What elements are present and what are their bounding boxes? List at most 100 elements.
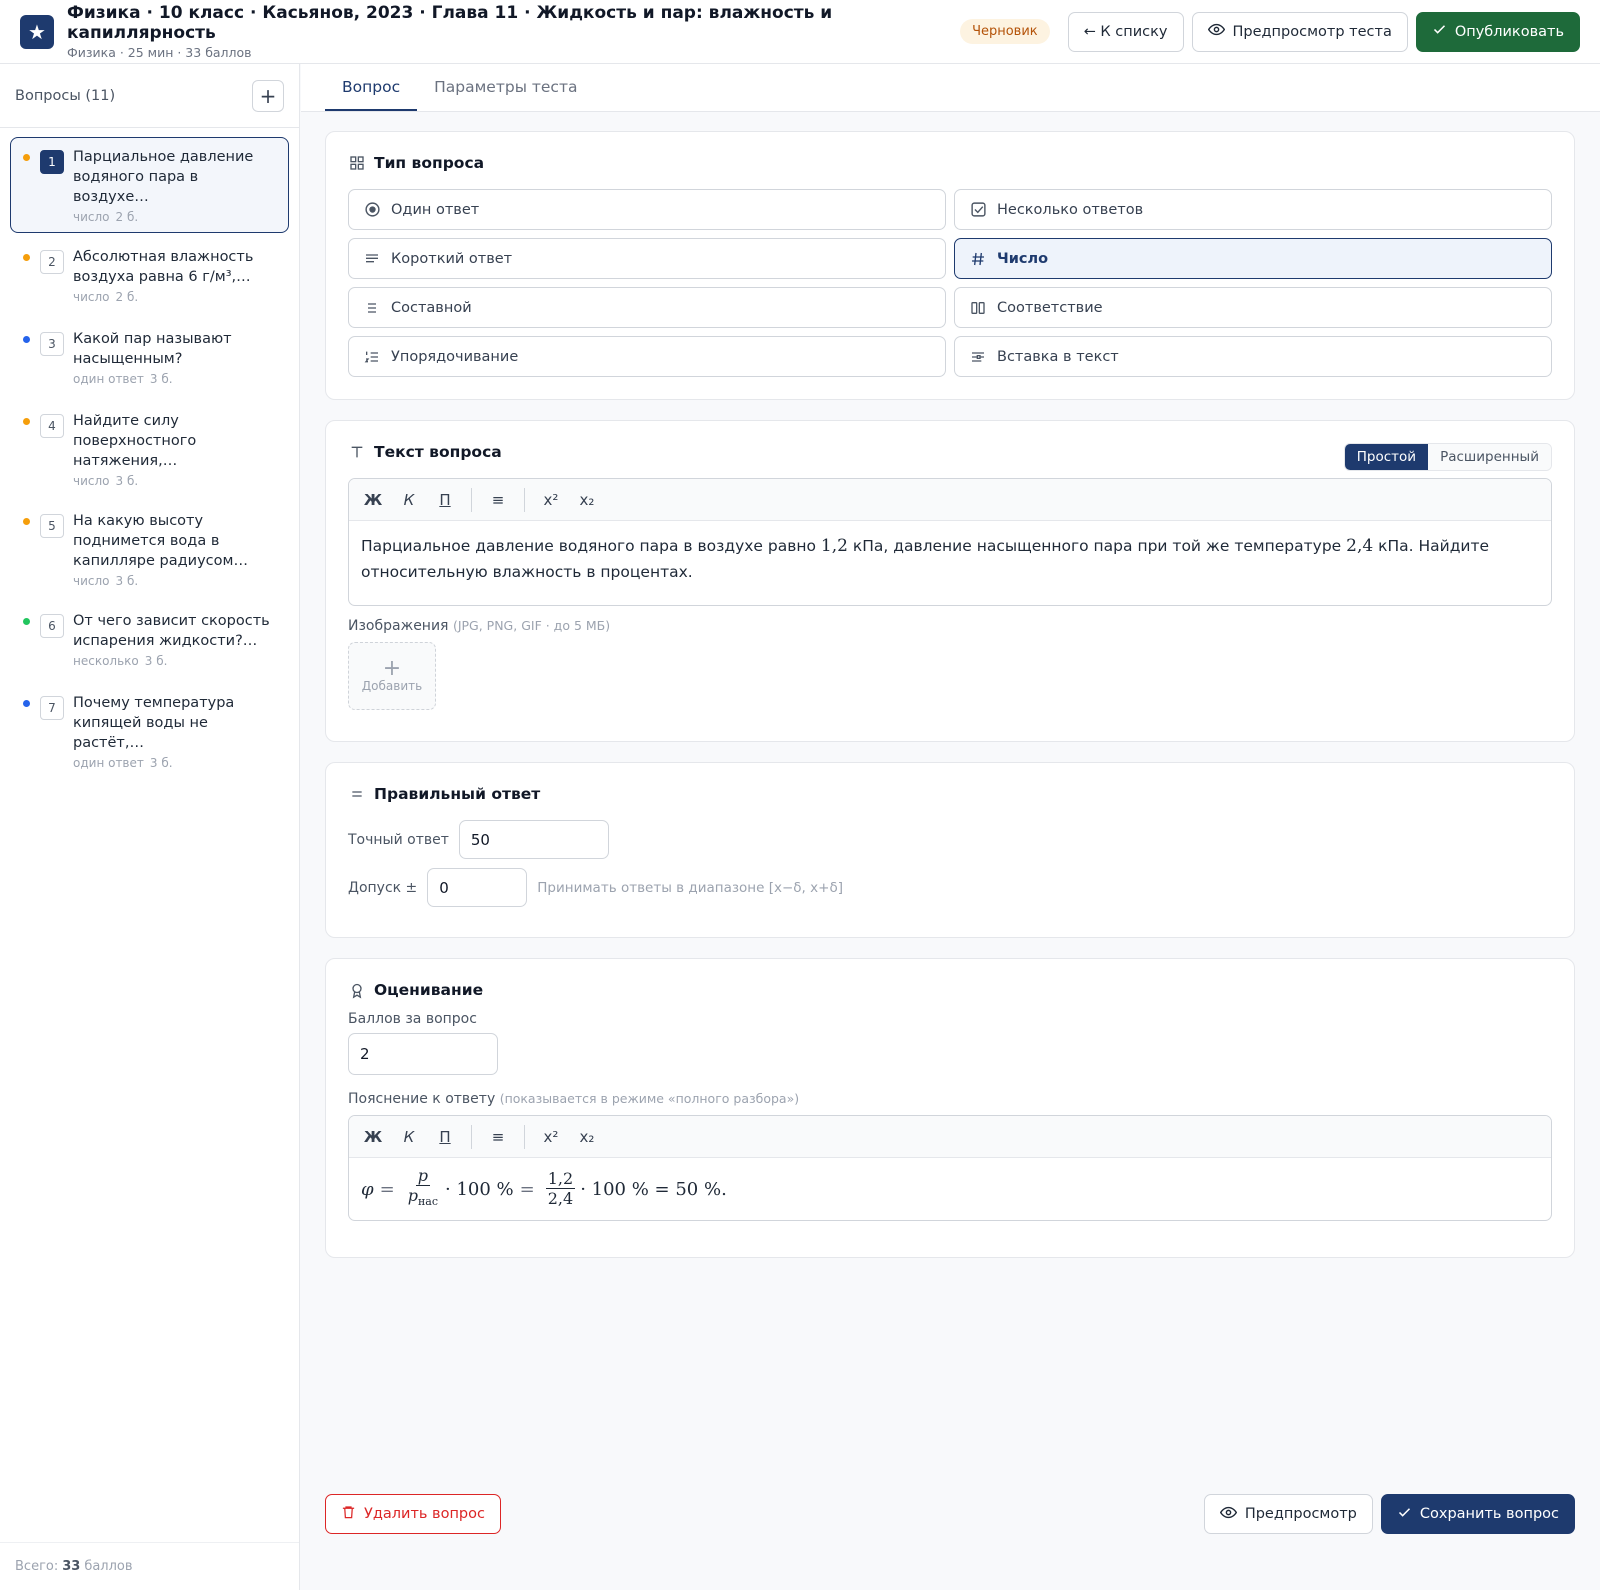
exact-answer-input[interactable]: 50 <box>458 820 609 859</box>
mode-advanced-button[interactable]: Расширенный <box>1428 444 1551 470</box>
question-type-title: Тип вопроса <box>374 154 485 172</box>
value-1: 1,2 <box>820 536 848 556</box>
question-points: 3 б. <box>149 756 173 770</box>
total-suffix: баллов <box>84 1559 133 1574</box>
value-2: 2,4 <box>1346 536 1374 556</box>
type-ordering-label: Упорядочивание <box>391 348 519 365</box>
type-short-answer-label: Короткий ответ <box>391 250 513 267</box>
question-number: 1 <box>40 150 64 174</box>
points-label: Баллов за вопрос <box>348 1011 477 1027</box>
bold-button[interactable]: Ж <box>357 486 389 514</box>
superscript-button[interactable]: x² <box>535 1123 567 1151</box>
total-prefix: Всего: <box>15 1559 59 1574</box>
preview-question-button[interactable]: Предпросмотр <box>1203 1494 1373 1534</box>
delete-question-label: Удалить вопрос <box>364 1506 485 1522</box>
images-label: Изображения <box>348 618 449 634</box>
type-multiple-answers[interactable]: Несколько ответов <box>954 189 1552 230</box>
question-points: 3 б. <box>144 654 168 668</box>
list-button[interactable]: ≡ <box>482 486 514 514</box>
add-question-button[interactable]: + <box>252 79 284 112</box>
fraction-denominator-value: 2,4 <box>547 1189 574 1208</box>
formula-equals-2: = <box>519 1178 535 1200</box>
subscript-button[interactable]: x₂ <box>571 486 603 514</box>
question-meta: один ответ 3 б. <box>73 756 278 770</box>
question-list-item[interactable]: 7 Почему температура кипящей воды не раст… <box>10 683 289 779</box>
grid-icon <box>348 154 366 172</box>
underline-button[interactable]: П <box>429 1123 461 1151</box>
type-compound[interactable]: Составной <box>348 287 946 328</box>
question-list-item[interactable]: 2 Абсолютная влажность воздуха равна 6 г/… <box>10 237 289 315</box>
add-image-button[interactable]: + Добавить <box>348 642 436 710</box>
question-preview-text: Почему температура кипящей воды не растё… <box>73 695 235 751</box>
bold-button[interactable]: Ж <box>357 1123 389 1151</box>
question-preview-text: Абсолютная влажность воздуха равна 6 г/м… <box>73 249 254 285</box>
mode-simple-button[interactable]: Простой <box>1344 444 1429 470</box>
question-type-card: Тип вопроса Один ответ Несколько ответов… <box>325 131 1575 400</box>
insert-text-icon <box>969 348 987 366</box>
formula-phi: φ <box>361 1178 374 1200</box>
preview-test-button[interactable]: Предпросмотр теста <box>1191 11 1408 52</box>
main-panel: Вопрос Параметры теста Тип вопроса Один … <box>301 64 1600 1590</box>
grading-card: Оценивание Баллов за вопрос 2 Пояснение … <box>325 958 1575 1258</box>
superscript-button[interactable]: x² <box>535 486 567 514</box>
question-preview-text: Какой пар называют насыщенным? <box>73 331 232 367</box>
question-meta: несколько 3 б. <box>73 654 278 668</box>
question-list-item[interactable]: 1 Парциальное давление водяного пара в во… <box>10 137 289 233</box>
subscript-button[interactable]: x₂ <box>571 1123 603 1151</box>
question-text-part-1: Парциальное давление водяного пара в воз… <box>361 537 821 555</box>
formula-times-100: · 100 % <box>445 1178 514 1200</box>
question-preview-text: На какую высоту поднимется вода в капилл… <box>73 513 248 569</box>
type-matching[interactable]: Соответствие <box>954 287 1552 328</box>
question-type: число <box>73 290 110 304</box>
save-question-button[interactable]: Сохранить вопрос <box>1380 1494 1575 1534</box>
question-list-item[interactable]: 4 Найдите силу поверхностного натяжения,…… <box>10 401 289 497</box>
question-text-card: Текст вопроса Простой Расширенный Ж К П … <box>325 420 1575 742</box>
text-lines-icon <box>363 250 381 268</box>
question-list-item[interactable]: 5 На какую высоту поднимется вода в капил… <box>10 501 289 597</box>
publish-button[interactable]: Опубликовать <box>1415 11 1580 52</box>
tolerance-label: Допуск ± <box>348 879 418 896</box>
points-input[interactable]: 2 <box>348 1033 498 1075</box>
type-ordering[interactable]: Упорядочивание <box>348 336 946 377</box>
formula-fraction-p: p pнас <box>406 1166 440 1211</box>
check-icon <box>1432 22 1447 41</box>
psat-subscript: нас <box>417 1195 439 1209</box>
list-button[interactable]: ≡ <box>482 1123 514 1151</box>
type-fill-in-text[interactable]: Вставка в текст <box>954 336 1552 377</box>
grading-title: Оценивание <box>374 981 484 999</box>
page-title: Физика · 10 класс · Касьянов, 2023 · Гла… <box>67 3 833 43</box>
back-to-list-button[interactable]: ← К списку <box>1067 11 1184 52</box>
add-image-label: Добавить <box>361 679 423 693</box>
question-type: число <box>73 574 110 588</box>
explanation-editor: Ж К П ≡ x² x₂ φ = p pнас · 100 % = 1,2 2… <box>348 1115 1552 1221</box>
preview-question-label: Предпросмотр <box>1244 1506 1357 1522</box>
question-text-body[interactable]: Парциальное давление водяного пара в воз… <box>349 521 1551 605</box>
question-list-item[interactable]: 3 Какой пар называют насыщенным? один отве… <box>10 319 289 397</box>
type-short-answer[interactable]: Короткий ответ <box>348 238 946 279</box>
radio-icon <box>363 201 381 219</box>
question-preview-text: Найдите силу поверхностного натяжения,… <box>73 413 197 469</box>
question-meta: число 2 б. <box>73 210 278 224</box>
question-type: число <box>73 210 110 224</box>
type-multiple-answers-label: Несколько ответов <box>997 201 1144 218</box>
editor-mode-toggle: Простой Расширенный <box>1343 443 1552 471</box>
type-single-answer[interactable]: Один ответ <box>348 189 946 230</box>
tab-test-settings[interactable]: Параметры теста <box>417 64 594 111</box>
editor-toolbar: Ж К П ≡ x² x₂ <box>349 479 1551 521</box>
italic-button[interactable]: К <box>393 1123 425 1151</box>
tolerance-input[interactable]: 0 <box>427 868 528 907</box>
tab-question[interactable]: Вопрос <box>325 64 418 111</box>
question-list-item[interactable]: 6 От чего зависит скорость испарения жидк… <box>10 601 289 679</box>
type-number[interactable]: Число <box>954 238 1552 279</box>
award-icon <box>348 981 366 999</box>
status-dot <box>23 700 30 707</box>
italic-button[interactable]: К <box>393 486 425 514</box>
underline-button[interactable]: П <box>429 486 461 514</box>
status-badge: Черновик <box>960 19 1050 44</box>
delete-question-button[interactable]: Удалить вопрос <box>325 1494 501 1534</box>
question-type: число <box>73 474 110 488</box>
status-dot <box>23 618 30 625</box>
images-hint: (JPG, PNG, GIF · до 5 МБ) <box>452 618 611 633</box>
explanation-formula[interactable]: φ = p pнас · 100 % = 1,2 2,4 · 100 % = 5… <box>349 1158 1551 1220</box>
eye-icon <box>1207 21 1225 42</box>
